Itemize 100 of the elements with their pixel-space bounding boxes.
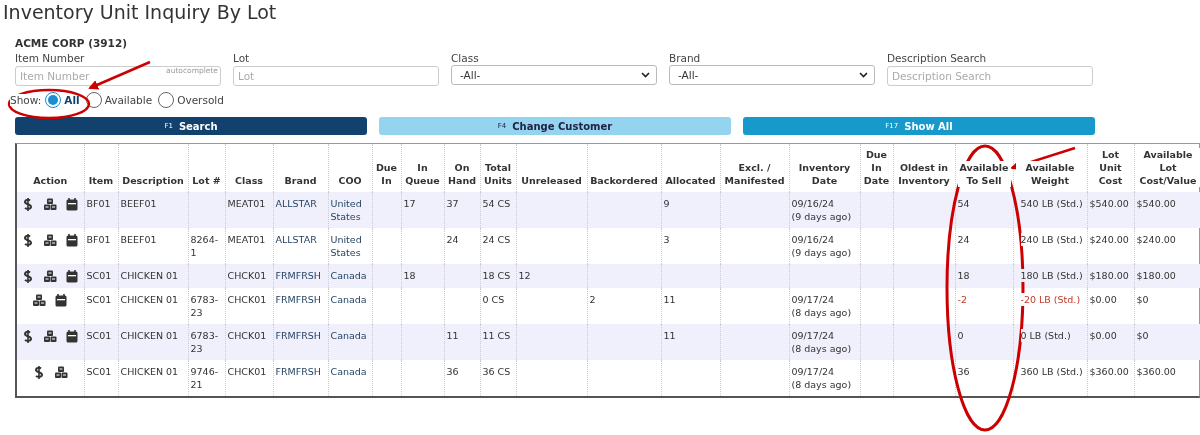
table-cell: 18 [403,269,416,282]
table-cell: 18 CS [482,269,511,282]
table-cell: CHICKEN 01 [120,365,179,378]
table-cell: 360 LB (Std.) [1020,365,1083,378]
column-header: Unreleased [521,174,582,187]
column-header: Class [235,174,263,187]
table-cell: 3 [663,233,670,246]
column-header: Due In [374,161,399,187]
table-cell: $360.00 [1089,365,1129,378]
calendar-icon[interactable] [65,329,80,343]
radio-option[interactable]: Oversold [156,92,226,108]
table-cell: CHCK01 [227,293,267,306]
table-cell: CHCK01 [227,365,267,378]
boxes-icon[interactable] [54,365,69,379]
table-cell: ALLSTAR [275,233,317,246]
table-cell: Canada [330,293,367,306]
table-cell: 54 CS [482,197,511,210]
column-header: Total Units [482,161,514,187]
field-label: Class [451,52,480,65]
table-cell: $540.00 [1089,197,1129,210]
table-cell: SC01 [86,293,112,306]
table-cell: 12 [518,269,531,282]
table-cell: SC01 [86,329,112,342]
table-cell: Canada [330,329,367,342]
table-cell: CHICKEN 01 [120,269,179,282]
table-cell: -2 [957,293,967,306]
table-cell: FRMFRSH [275,329,321,342]
table-cell: FRMFRSH [275,269,321,282]
input-field[interactable]: Description Search [887,66,1093,86]
customer-name: ACME CORP (3912) [15,37,127,49]
input-field[interactable]: Lot [233,66,439,86]
calendar-icon[interactable] [65,233,80,247]
table-cell: CHICKEN 01 [120,293,179,306]
table-cell: 11 [446,329,459,342]
dropdown[interactable]: -All- [669,65,875,85]
table-cell: 2 [589,293,596,306]
boxes-icon[interactable] [43,233,58,247]
table-cell: BF01 [86,233,111,246]
table-cell: 0 [957,329,964,342]
calendar-icon[interactable] [54,293,69,307]
table-cell: ALLSTAR [275,197,317,210]
calendar-icon[interactable] [65,269,80,283]
column-header: On Hand [446,161,478,187]
table-cell: $0 [1136,329,1149,342]
table-cell: SC01 [86,269,112,282]
table-cell: $240.00 [1136,233,1176,246]
table-cell: MEAT01 [227,197,266,210]
table-cell: $180.00 [1136,269,1176,282]
table-cell: BF01 [86,197,111,210]
annotation-arrow [88,60,151,90]
table-cell: Canada [330,269,367,282]
column-header: COO [338,174,362,187]
radio-option[interactable]: All [43,92,82,108]
table-cell: $540.00 [1136,197,1176,210]
table-cell: $0 [1136,293,1149,306]
table-cell: $360.00 [1136,365,1176,378]
column-header: Due In Date [862,148,891,187]
table-cell: 09/16/24 (9 days ago) [791,197,852,223]
table-cell: MEAT01 [227,233,266,246]
column-header: Lot # [192,174,221,187]
table-cell: $180.00 [1089,269,1129,282]
chevron-down-icon [859,72,868,78]
table-cell: CHCK01 [227,329,267,342]
field-label: Description Search [887,52,988,65]
table-cell: FRMFRSH [275,365,321,378]
table-cell: 240 LB (Std.) [1020,233,1083,246]
column-header: Item [88,174,114,187]
table-cell: 09/17/24 (8 days ago) [791,293,852,319]
column-header: Description [122,174,184,187]
boxes-icon[interactable] [43,197,58,211]
column-header: Backordered [590,174,658,187]
table-cell: $0.00 [1089,329,1117,342]
field-label: Lot [233,52,251,65]
calendar-icon[interactable] [65,197,80,211]
boxes-icon[interactable] [43,329,58,343]
column-header: Available To Sell [957,161,1011,187]
column-header: Action [33,174,68,187]
table-cell: $240.00 [1089,233,1129,246]
show-label: Show: [10,94,42,106]
table-cell: 09/17/24 (8 days ago) [791,365,852,391]
field-label: Item Number [15,52,86,65]
table-cell: 17 [403,197,416,210]
table-cell: -20 LB (Std.) [1020,293,1081,306]
table-cell: BEEF01 [120,197,157,210]
table-cell: 9 [663,197,670,210]
table-cell: SC01 [86,365,112,378]
dropdown[interactable]: -All- [451,65,657,85]
table-cell: 09/17/24 (8 days ago) [791,329,852,355]
table-cell: 6783-23 [190,329,223,355]
boxes-icon[interactable] [32,293,47,307]
table-cell: 36 CS [482,365,511,378]
table-cell: 24 [446,233,459,246]
radio-option[interactable]: Available [83,92,155,108]
table-cell: 0 LB (Std.) [1020,329,1071,342]
field-label: Brand [669,52,702,65]
boxes-icon[interactable] [43,269,58,283]
table-cell: 24 CS [482,233,511,246]
table-cell: CHCK01 [227,269,267,282]
table-cell: 54 [957,197,970,210]
column-header: Excl. / Manifested [722,161,787,187]
